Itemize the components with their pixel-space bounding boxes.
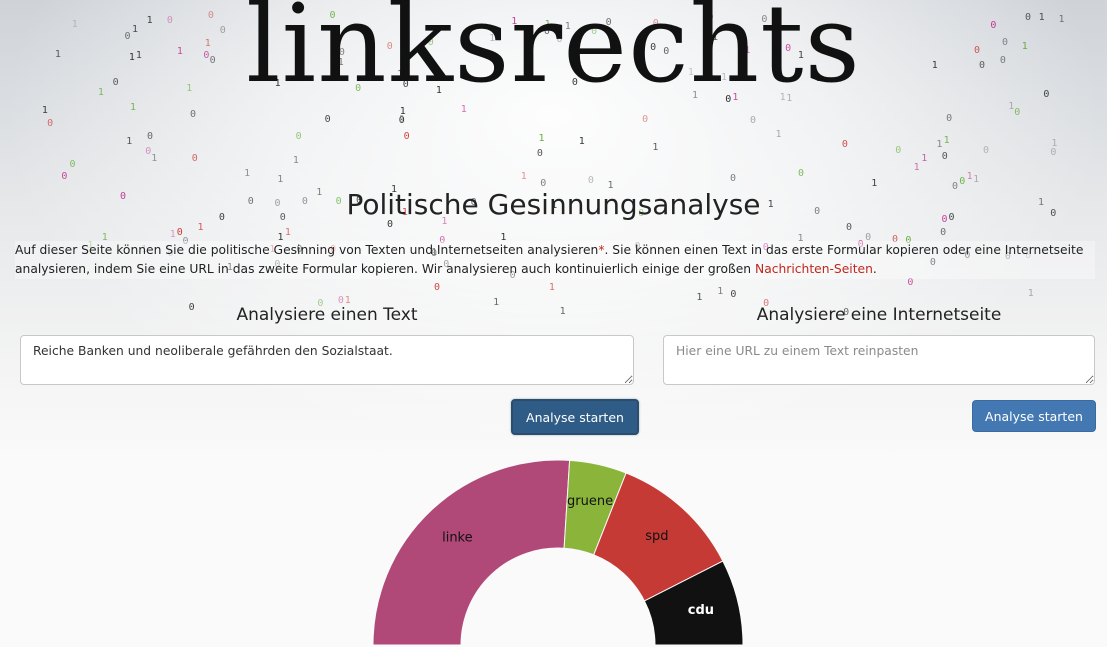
intro-text-3: . (872, 262, 877, 276)
news-sites-link[interactable]: Nachrichten-Seiten (755, 262, 873, 276)
slice-label-spd: spd (645, 529, 668, 544)
slice-linke[interactable] (372, 459, 571, 646)
intro-text-1: Auf dieser Seite können Sie die politisc… (15, 243, 599, 257)
site-logo[interactable]: linksrechts (0, 0, 1107, 107)
page-subtitle: Politische Gesinnungsanalyse (346, 188, 761, 221)
intro-paragraph: Auf dieser Seite können Sie die politisc… (15, 241, 1095, 279)
url-form-heading: Analysiere eine Internetseite (756, 305, 1002, 325)
slice-label-gruene: gruene (567, 494, 613, 509)
text-input[interactable] (20, 335, 634, 385)
analyze-text-button[interactable]: Analyse starten (511, 399, 639, 435)
slice-label-linke: linke (442, 530, 473, 545)
analyze-url-button[interactable]: Analyse starten (972, 400, 1096, 432)
text-form-heading: Analysiere einen Text (236, 305, 418, 325)
url-input[interactable] (663, 335, 1095, 385)
gesinnung-semi-donut-chart: linke gruene spd cdu (372, 459, 744, 646)
slice-label-cdu: cdu (688, 603, 714, 618)
